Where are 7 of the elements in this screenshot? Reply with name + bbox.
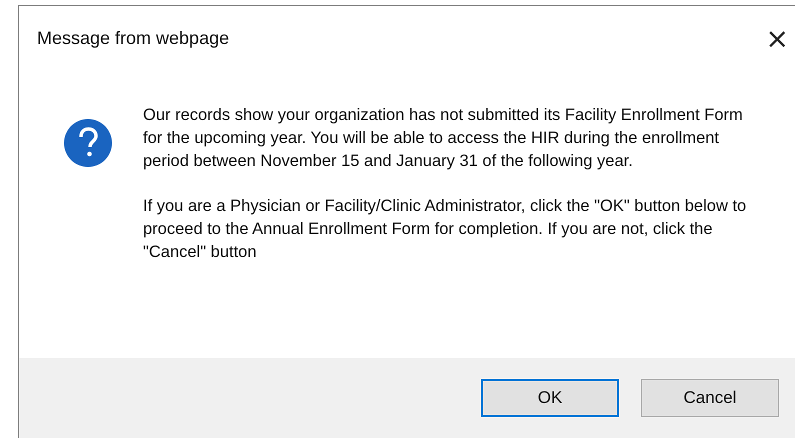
message-text: If you are a Physician or Facility/Clinic Administrator, click the "OK" button below to proceed to the Annual Enrollment Form for completion. If you are not, click the "Cancel" button bbox=[143, 196, 748, 263]
window-title: Message from webpage bbox=[37, 28, 230, 48]
message-text: Our records show your organization has not submitted its Facility Enrollment Form for the upcoming year. You will be able to access the HIR during the enrollment period between November 15 and January 31 of the following year. bbox=[143, 105, 744, 172]
question-icon bbox=[63, 118, 113, 168]
ok-button[interactable]: OK bbox=[481, 379, 619, 417]
cancel-button[interactable]: Cancel bbox=[641, 379, 779, 417]
close-button[interactable]: × bbox=[760, 22, 795, 54]
